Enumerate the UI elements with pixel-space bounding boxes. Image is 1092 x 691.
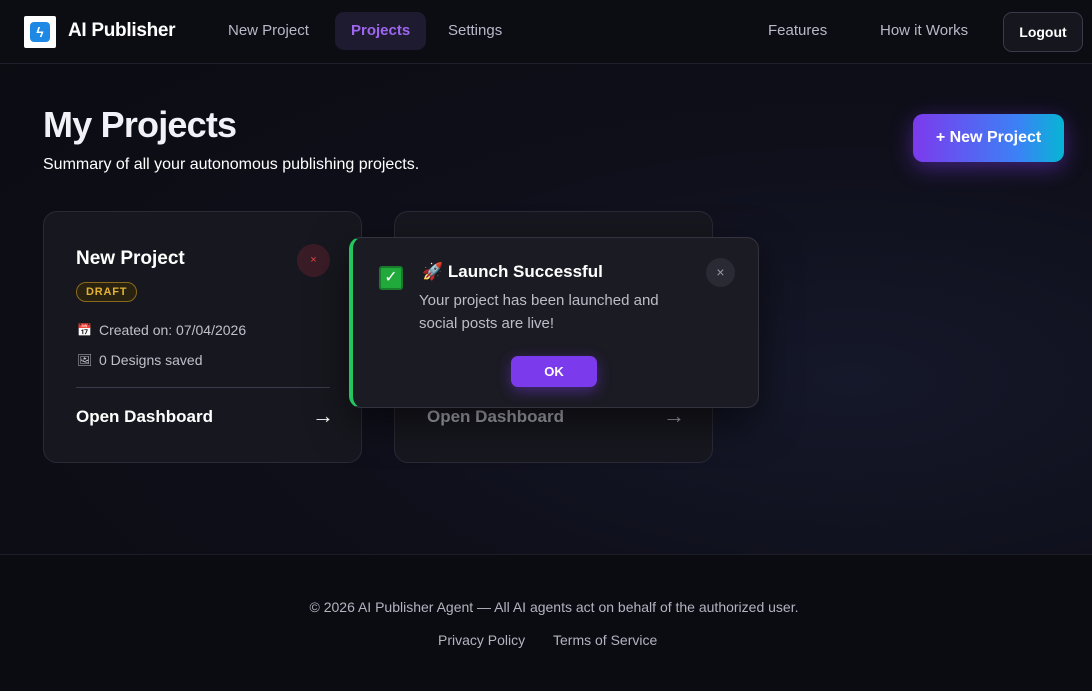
launch-success-toast: ✓ 🚀 Launch Successful Your project has b… <box>349 237 759 408</box>
footer: © 2026 AI Publisher Agent — All AI agent… <box>0 554 1092 691</box>
nav-link-new-project[interactable]: New Project <box>212 12 325 50</box>
new-project-button[interactable]: + New Project <box>913 114 1064 162</box>
checkmark-icon: ✓ <box>379 266 403 290</box>
calendar-icon: 📅 <box>77 323 92 337</box>
page-title: My Projects <box>43 104 237 145</box>
status-badge: DRAFT <box>76 282 138 302</box>
nav-link-projects[interactable]: Projects <box>335 12 427 50</box>
brand-name[interactable]: AI Publisher <box>68 20 176 42</box>
project-card[interactable]: New Project × DRAFT 📅 Created on: 07/04/… <box>43 211 362 463</box>
toast-message: Your project has been launched and socia… <box>419 292 659 332</box>
created-date-row: 📅 Created on: 07/04/2026 <box>77 322 246 338</box>
created-date: Created on: 07/04/2026 <box>99 322 247 338</box>
footer-copyright: © 2026 AI Publisher Agent — All AI agent… <box>309 599 799 615</box>
delete-project-button[interactable]: × <box>297 244 330 277</box>
top-navbar: ϟ AI Publisher New Project Projects Sett… <box>0 0 1092 64</box>
open-dashboard-link[interactable]: Open Dashboard <box>76 407 213 427</box>
designs-count-row: 🖼 0 Designs saved <box>77 352 203 368</box>
designs-count: 0 Designs saved <box>99 352 203 368</box>
image-icon: 🖼 <box>77 353 93 367</box>
brand-logo[interactable]: ϟ <box>24 16 56 48</box>
toast-title: 🚀 Launch Successful <box>422 262 603 281</box>
project-title: New Project <box>76 248 185 269</box>
terms-of-service-link[interactable]: Terms of Service <box>553 632 657 648</box>
open-dashboard-link[interactable]: Open Dashboard <box>427 407 564 427</box>
nav-link-features[interactable]: Features <box>752 12 843 50</box>
nav-link-settings[interactable]: Settings <box>432 12 518 50</box>
close-icon: × <box>310 254 317 266</box>
close-icon: × <box>716 264 725 280</box>
bolt-icon: ϟ <box>30 22 50 42</box>
arrow-right-icon[interactable]: → <box>312 403 334 429</box>
card-divider <box>76 387 330 388</box>
nav-link-how-it-works[interactable]: How it Works <box>864 12 984 50</box>
page-subtitle: Summary of all your autonomous publishin… <box>43 156 420 173</box>
ok-button[interactable]: OK <box>511 356 597 387</box>
close-toast-button[interactable]: × <box>706 258 735 287</box>
logout-button[interactable]: Logout <box>1003 12 1083 52</box>
privacy-policy-link[interactable]: Privacy Policy <box>438 632 525 648</box>
